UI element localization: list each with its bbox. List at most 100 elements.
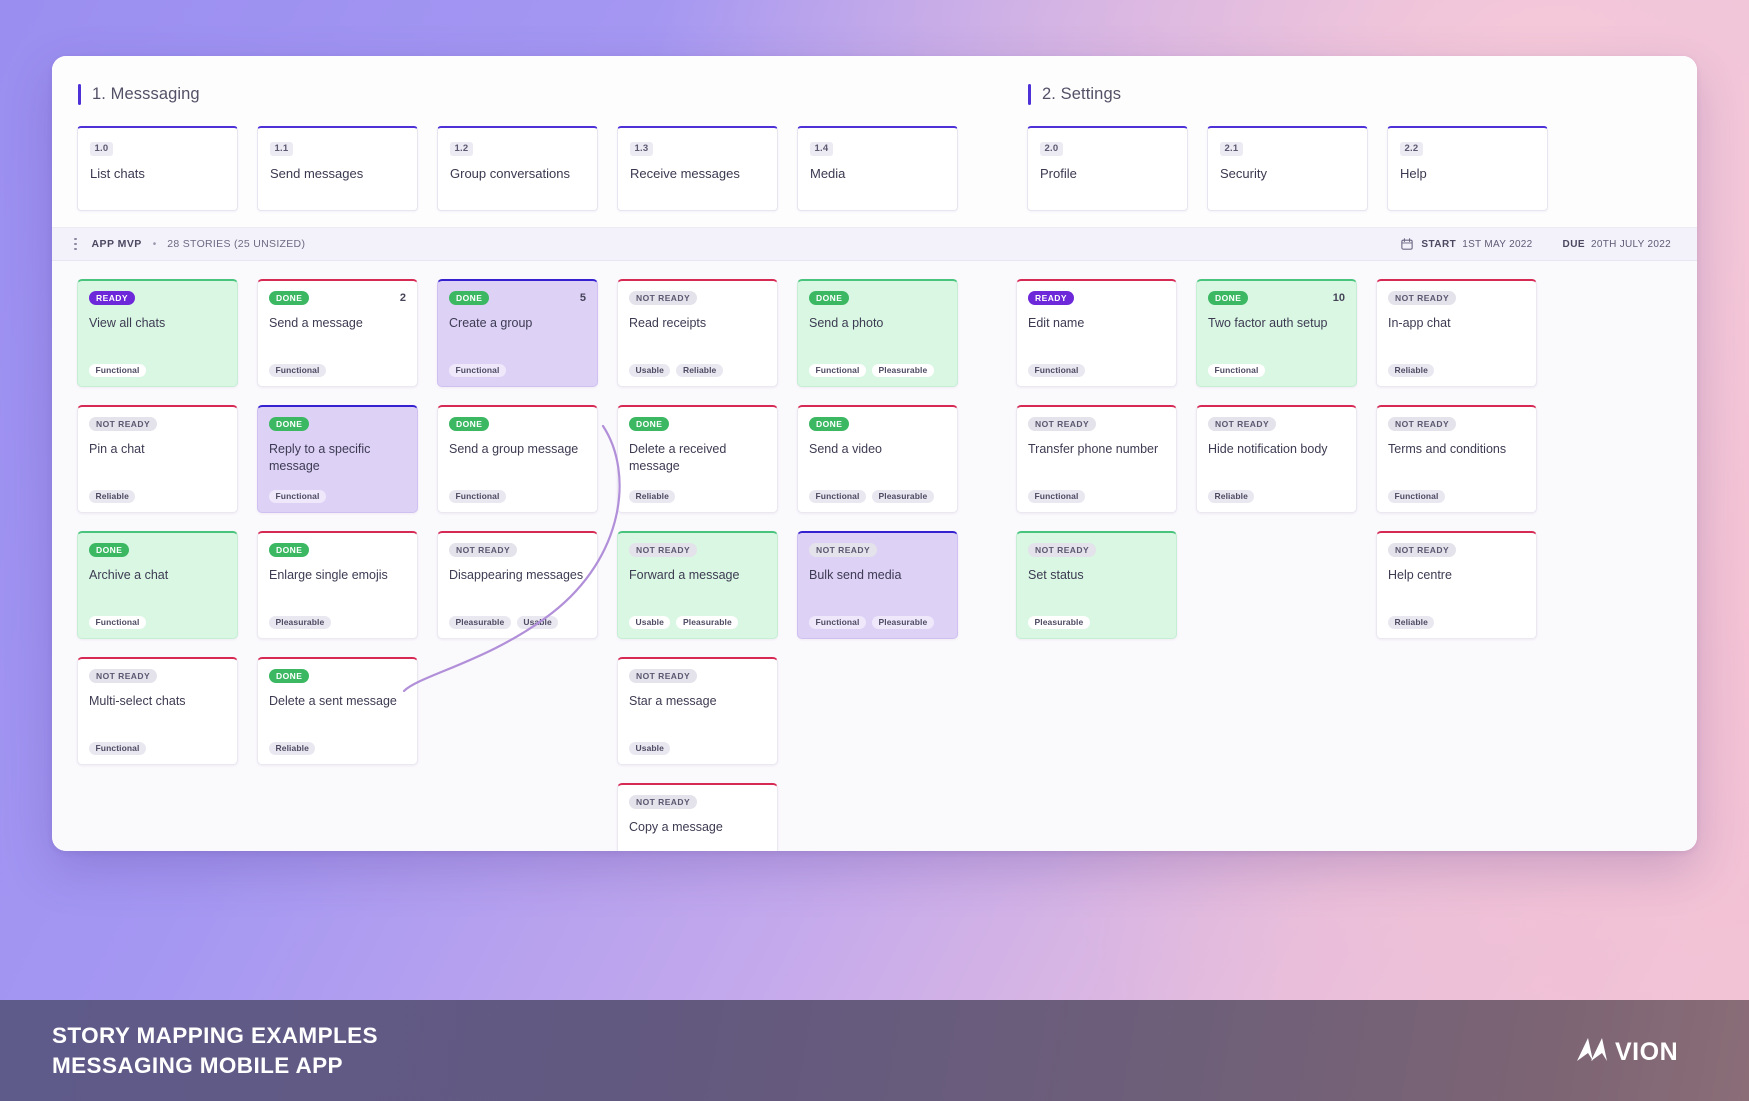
story-tag[interactable]: Functional	[809, 615, 866, 629]
story-tag[interactable]: Functional	[449, 489, 506, 503]
story-card[interactable]: DONE 10 Two factor auth setup Functional	[1196, 279, 1357, 387]
story-tag[interactable]: Reliable	[1388, 615, 1435, 629]
story-card[interactable]: NOT READY Bulk send media Functional Pleasu…	[797, 531, 958, 639]
story-card[interactable]: DONE Send a group message Functional	[437, 405, 598, 513]
story-tag[interactable]: Usable	[629, 615, 671, 629]
story-card[interactable]: NOT READY Star a message Usable	[617, 657, 778, 765]
status-badge[interactable]: NOT READY	[629, 291, 698, 305]
story-tag[interactable]: Pleasurable	[871, 363, 934, 377]
story-card[interactable]: NOT READY Terms and conditions Functional	[1376, 405, 1537, 513]
story-card[interactable]: DONE Enlarge single emojis Pleasurable	[257, 531, 418, 639]
activity-card-2-1[interactable]: 2.1 Security	[1207, 126, 1368, 211]
story-card[interactable]: NOT READY Set status Pleasurable	[1016, 531, 1177, 639]
story-tag[interactable]: Pleasurable	[871, 615, 934, 629]
status-badge[interactable]: DONE	[269, 417, 310, 431]
story-tag[interactable]: Functional	[89, 741, 146, 755]
story-tag[interactable]: Reliable	[89, 489, 136, 503]
status-badge[interactable]: DONE	[1208, 291, 1249, 305]
story-tag[interactable]: Functional	[89, 615, 146, 629]
story-tag[interactable]: Pleasurable	[269, 615, 331, 629]
story-tag[interactable]: Pleasurable	[676, 615, 739, 629]
story-tag[interactable]: Functional	[809, 489, 866, 503]
activity-card-1-3[interactable]: 1.3 Receive messages	[617, 126, 778, 211]
status-badge[interactable]: DONE	[89, 543, 130, 557]
story-card[interactable]: DONE Reply to a specific message Functiona…	[257, 405, 418, 513]
status-badge[interactable]: NOT READY	[1388, 291, 1457, 305]
activity-card-1-4[interactable]: 1.4 Media	[797, 126, 958, 211]
story-tag[interactable]: Reliable	[629, 489, 676, 503]
activity-card-1-2[interactable]: 1.2 Group conversations	[437, 126, 598, 211]
story-tag[interactable]: Functional	[1028, 489, 1085, 503]
story-tag[interactable]: Functional	[1208, 363, 1265, 377]
status-badge[interactable]: DONE	[809, 417, 850, 431]
status-badge[interactable]: NOT READY	[629, 543, 698, 557]
status-badge[interactable]: DONE	[629, 417, 670, 431]
status-badge[interactable]: NOT READY	[89, 669, 158, 683]
status-badge[interactable]: NOT READY	[449, 543, 518, 557]
story-card[interactable]: DONE Delete a received message Reliable	[617, 405, 778, 513]
story-tag-row: Pleasurable	[1028, 615, 1165, 629]
status-badge[interactable]: NOT READY	[1028, 417, 1097, 431]
story-tag[interactable]: Functional	[89, 363, 146, 377]
status-badge[interactable]: NOT READY	[89, 417, 158, 431]
story-tag[interactable]: Usable	[629, 363, 671, 377]
status-badge[interactable]: NOT READY	[1028, 543, 1097, 557]
story-card[interactable]: DONE Delete a sent message Reliable	[257, 657, 418, 765]
story-card[interactable]: NOT READY Disappearing messages Pleasurabl…	[437, 531, 598, 639]
story-card[interactable]: NOT READY Pin a chat Reliable	[77, 405, 238, 513]
story-tag[interactable]: Functional	[269, 489, 326, 503]
story-points[interactable]: 10	[1333, 291, 1345, 304]
story-tag[interactable]: Usable	[516, 615, 559, 629]
story-points[interactable]: 2	[400, 291, 406, 304]
story-tag[interactable]: Reliable	[1388, 363, 1435, 377]
status-badge[interactable]: NOT READY	[1208, 417, 1277, 431]
status-badge[interactable]: READY	[89, 291, 136, 305]
activity-card-1-0[interactable]: 1.0 List chats	[77, 126, 238, 211]
status-badge[interactable]: NOT READY	[1388, 543, 1457, 557]
story-tag[interactable]: Functional	[1028, 363, 1085, 377]
activity-card-1-1[interactable]: 1.1 Send messages	[257, 126, 418, 211]
story-tag[interactable]: Reliable	[269, 741, 316, 755]
story-card[interactable]: NOT READY Forward a message Usable Pleasura…	[617, 531, 778, 639]
status-badge[interactable]: DONE	[449, 291, 490, 305]
story-card[interactable]: DONE Send a photo Functional Pleasurable	[797, 279, 958, 387]
status-badge[interactable]: READY	[1028, 291, 1075, 305]
story-card[interactable]: NOT READY In-app chat Reliable	[1376, 279, 1537, 387]
story-card[interactable]: READY View all chats Functional	[77, 279, 238, 387]
story-points[interactable]: 5	[580, 291, 586, 304]
story-card[interactable]: READY Edit name Functional	[1016, 279, 1177, 387]
story-tag[interactable]: Reliable	[676, 363, 723, 377]
story-card[interactable]: NOT READY Copy a message	[617, 783, 778, 851]
story-tag[interactable]: Pleasurable	[449, 615, 511, 629]
status-badge[interactable]: NOT READY	[1388, 417, 1457, 431]
story-board: READY View all chats Functional NOT READY Pi…	[52, 261, 1697, 851]
story-card[interactable]: NOT READY Help centre Reliable	[1376, 531, 1537, 639]
status-badge[interactable]: NOT READY	[809, 543, 878, 557]
activity-card-2-0[interactable]: 2.0 Profile	[1027, 126, 1188, 211]
status-badge[interactable]: DONE	[269, 291, 310, 305]
story-tag[interactable]: Functional	[449, 363, 506, 377]
story-card[interactable]: DONE Archive a chat Functional	[77, 531, 238, 639]
status-badge[interactable]: DONE	[449, 417, 490, 431]
status-badge[interactable]: DONE	[269, 669, 310, 683]
status-badge[interactable]: NOT READY	[629, 669, 698, 683]
story-tag[interactable]: Pleasurable	[1028, 615, 1090, 629]
story-tag[interactable]: Pleasurable	[871, 489, 934, 503]
activity-card-2-2[interactable]: 2.2 Help	[1387, 126, 1548, 211]
story-card[interactable]: DONE 5 Create a group Functional	[437, 279, 598, 387]
story-card[interactable]: NOT READY Multi-select chats Functional	[77, 657, 238, 765]
story-card[interactable]: DONE 2 Send a message Functional	[257, 279, 418, 387]
story-tag[interactable]: Functional	[269, 363, 326, 377]
status-badge[interactable]: DONE	[269, 543, 310, 557]
status-badge[interactable]: DONE	[809, 291, 850, 305]
story-tag[interactable]: Usable	[629, 741, 671, 755]
story-tag[interactable]: Reliable	[1208, 489, 1255, 503]
story-card[interactable]: DONE Send a video Functional Pleasurable	[797, 405, 958, 513]
story-tag[interactable]: Functional	[809, 363, 866, 377]
story-card[interactable]: NOT READY Hide notification body Reliable	[1196, 405, 1357, 513]
story-card[interactable]: NOT READY Transfer phone number Functional	[1016, 405, 1177, 513]
status-badge[interactable]: NOT READY	[629, 795, 698, 809]
story-card[interactable]: NOT READY Read receipts Usable Reliable	[617, 279, 778, 387]
story-tag[interactable]: Functional	[1388, 489, 1445, 503]
kebab-menu-icon[interactable]	[70, 235, 81, 254]
